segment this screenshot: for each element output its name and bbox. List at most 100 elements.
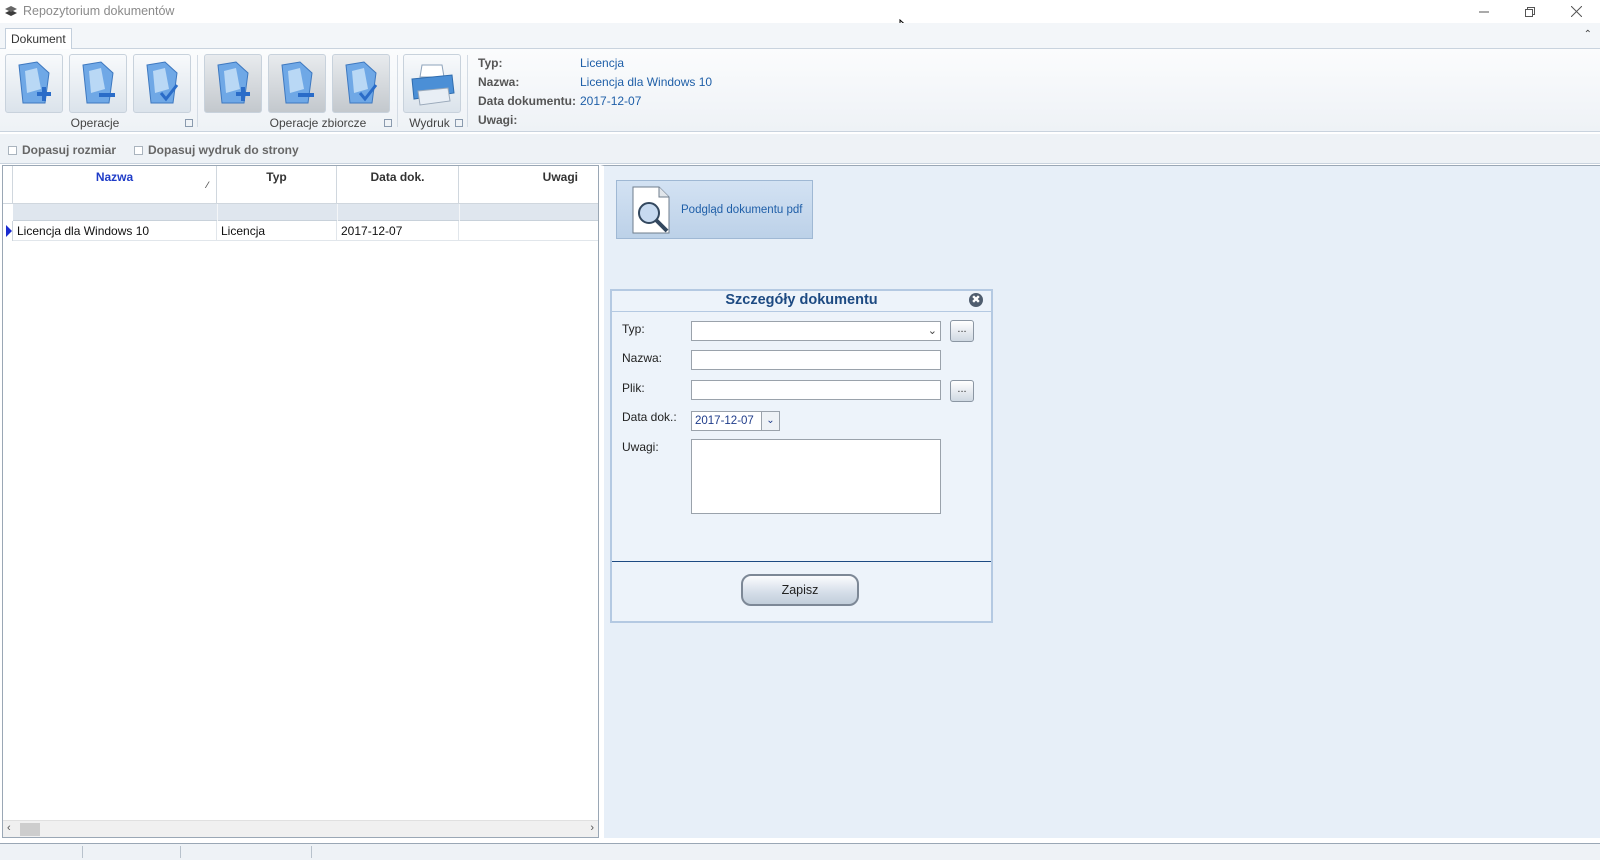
- cell-uwagi: [459, 221, 598, 241]
- group-label-operacje: Operacje: [70, 116, 120, 130]
- fit-print-checkbox-box[interactable]: [134, 145, 143, 155]
- grid-corner: [3, 166, 13, 204]
- tab-dokument[interactable]: Dokument: [5, 28, 72, 49]
- column-header-typ[interactable]: Typ: [217, 166, 337, 204]
- cell-typ: Licencja: [217, 221, 337, 241]
- scroll-left-icon[interactable]: ‹: [7, 822, 11, 834]
- details-dialog: Szczegóły dokumentu ✖ Typ: ⌄ ... Nazwa: …: [610, 289, 993, 623]
- group-separator: [397, 55, 398, 127]
- save-button[interactable]: Zapisz: [741, 574, 859, 606]
- status-bar: [0, 843, 1600, 860]
- filter-separator: [337, 204, 338, 221]
- info-typ-value: Licencja: [580, 56, 625, 70]
- magnifier-document-icon: [632, 186, 670, 233]
- date-picker[interactable]: 2017-12-07 ⌄: [691, 411, 780, 431]
- horizontal-scrollbar[interactable]: ‹ ›: [3, 820, 598, 837]
- add-document-button[interactable]: [5, 54, 63, 113]
- column-header-uwagi[interactable]: Uwagi: [459, 166, 598, 204]
- pdf-preview-button[interactable]: Podgląd dokumentu pdf: [616, 180, 813, 239]
- status-separator: [311, 846, 312, 858]
- info-uwagi-label: Uwagi:: [478, 113, 518, 127]
- ribbon: Operacje Operacje zbiorcze Wydruk Typ: L…: [0, 49, 1600, 132]
- fit-print-checkbox[interactable]: Dopasuj wydruk do strony: [134, 143, 299, 157]
- remove-document-button[interactable]: [69, 54, 127, 113]
- bulk-remove-icon: [281, 60, 314, 103]
- typ-browse-button[interactable]: ...: [950, 320, 974, 342]
- filter-separator: [459, 204, 460, 221]
- status-separator: [180, 846, 181, 858]
- bulk-add-icon: [217, 60, 250, 103]
- title-bar: Repozytorium dokumentów: [0, 0, 1600, 39]
- calendar-dropdown-icon[interactable]: ⌄: [761, 412, 779, 430]
- dialog-separator: [612, 561, 991, 562]
- window-title: Repozytorium dokumentów: [23, 4, 175, 18]
- info-nazwa-value: Licencja dla Windows 10: [580, 75, 713, 89]
- current-row-indicator: [3, 221, 13, 241]
- collapse-ribbon-icon[interactable]: ⌃: [1584, 29, 1592, 40]
- group-label-wydruk: Wydruk: [409, 116, 450, 130]
- uwagi-textarea[interactable]: [691, 439, 941, 514]
- info-data-value: 2017-12-07: [580, 94, 642, 108]
- info-typ-label: Typ:: [478, 56, 503, 70]
- bulk-add-button[interactable]: [204, 54, 262, 113]
- table-row[interactable]: Licencja dla Windows 10 Licencja 2017-12…: [13, 221, 598, 241]
- restore-icon: [1525, 6, 1535, 17]
- details-title: Szczegóły dokumentu: [725, 292, 878, 308]
- nazwa-input[interactable]: [691, 350, 941, 370]
- bulk-check-icon: [345, 60, 378, 103]
- dialog-close-icon[interactable]: ✖: [969, 293, 983, 307]
- printer-icon: [411, 64, 455, 106]
- chevron-down-icon[interactable]: ⌄: [928, 324, 937, 337]
- cell-nazwa: Licencja dla Windows 10: [13, 221, 217, 241]
- sort-icon: ⁄: [206, 180, 208, 190]
- title-divider: [612, 311, 991, 312]
- bulk-check-button[interactable]: [332, 54, 390, 113]
- options-row: Dopasuj rozmiar Dopasuj wydruk do strony: [0, 134, 1600, 164]
- group-label-operacje-zbiorcze: Operacje zbiorcze: [269, 116, 367, 130]
- fit-size-label: Dopasuj rozmiar: [22, 143, 117, 157]
- filter-separator: [217, 204, 218, 221]
- document-info-panel: Typ: Licencja Nazwa: Licencja dla Windows …: [478, 54, 712, 130]
- column-header-data[interactable]: Data dok.: [337, 166, 459, 204]
- data-dok-label: Data dok.:: [622, 410, 677, 424]
- column-header-nazwa-label: Nazwa: [95, 170, 134, 184]
- pdf-preview-label: Podgląd dokumentu pdf: [681, 203, 803, 216]
- plik-label: Plik:: [622, 381, 645, 395]
- fit-print-label: Dopasuj wydruk do strony: [148, 143, 299, 157]
- scroll-right-icon[interactable]: ›: [590, 822, 594, 834]
- status-separator: [82, 846, 83, 858]
- add-document-icon: [18, 60, 51, 103]
- check-document-button[interactable]: [133, 54, 191, 113]
- info-nazwa-label: Nazwa:: [478, 75, 520, 89]
- scrollbar-thumb[interactable]: [20, 823, 40, 836]
- app-icon: [5, 6, 17, 16]
- operacje-zbiorcze-launcher-icon[interactable]: [384, 119, 392, 127]
- group-separator: [467, 55, 468, 127]
- print-button[interactable]: [403, 54, 461, 113]
- cell-data: 2017-12-07: [337, 221, 459, 241]
- date-value: 2017-12-07: [695, 415, 754, 427]
- operacje-launcher-icon[interactable]: [185, 119, 193, 127]
- typ-label: Typ:: [622, 322, 645, 336]
- info-data-label: Data dokumentu:: [478, 94, 577, 108]
- documents-grid: Nazwa ⁄ Typ Data dok. Uwagi Licencja dla…: [2, 165, 599, 838]
- row-pointer-icon: [6, 225, 12, 237]
- plik-input[interactable]: [691, 380, 941, 400]
- check-document-icon: [146, 60, 179, 103]
- minimize-button[interactable]: [1461, 0, 1507, 23]
- close-button[interactable]: [1553, 0, 1599, 23]
- close-icon: [1570, 6, 1582, 17]
- fit-size-checkbox[interactable]: Dopasuj rozmiar: [8, 143, 116, 157]
- ribbon-tab-row: Dokument ⌃: [0, 23, 1600, 49]
- group-separator: [197, 55, 198, 127]
- plik-browse-button[interactable]: ...: [950, 380, 974, 402]
- column-header-nazwa[interactable]: Nazwa ⁄: [13, 166, 217, 204]
- grid-filter-row[interactable]: [13, 204, 598, 221]
- fit-size-checkbox-box[interactable]: [8, 145, 17, 155]
- typ-combobox[interactable]: ⌄: [691, 321, 941, 341]
- bulk-remove-button[interactable]: [268, 54, 326, 113]
- uwagi-label: Uwagi:: [622, 440, 659, 454]
- wydruk-launcher-icon[interactable]: [455, 119, 463, 127]
- restore-button[interactable]: [1507, 0, 1553, 23]
- minimize-icon: [1479, 11, 1489, 12]
